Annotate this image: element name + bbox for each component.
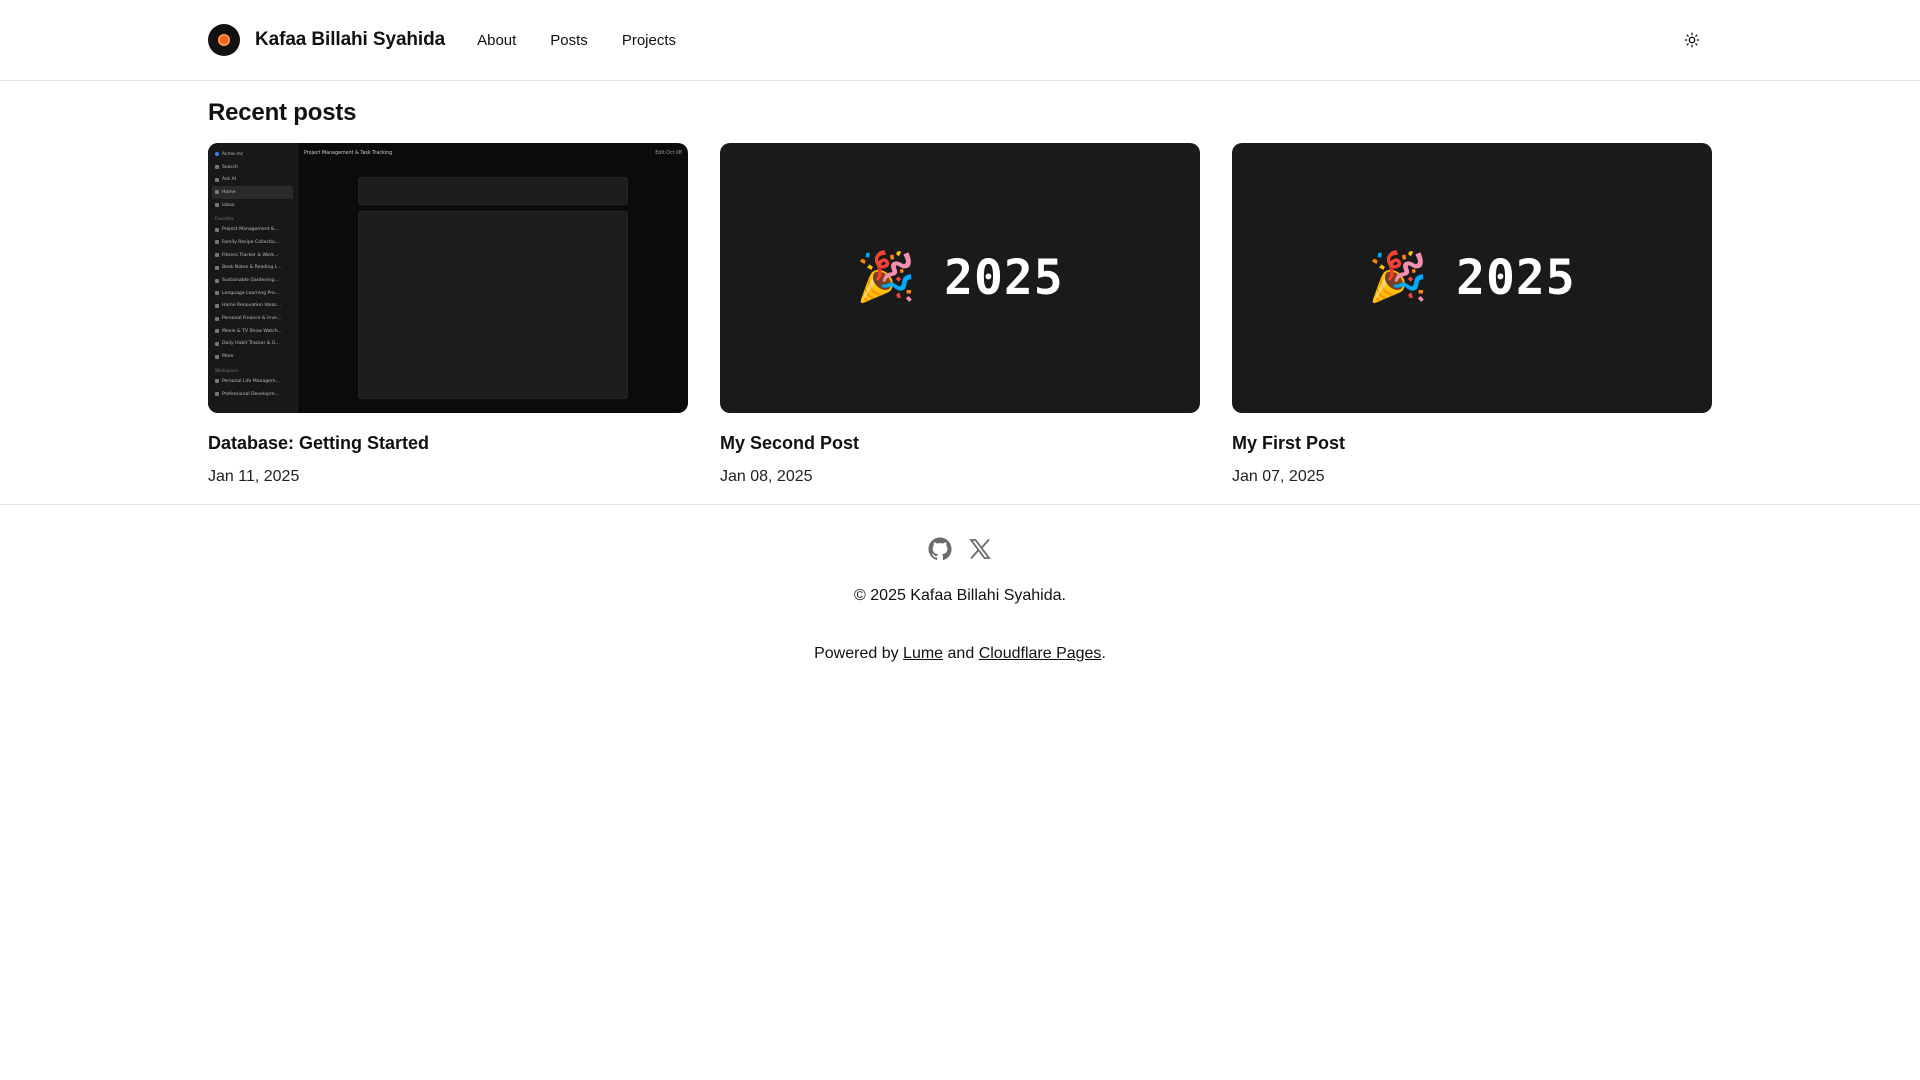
post-thumbnail: Acme Inc Search Ask AI Home Inbox Favori… [208, 143, 688, 413]
post-thumbnail: 🎉 2025 [1232, 143, 1712, 413]
logo-mark-icon [218, 34, 230, 46]
site-logo[interactable] [208, 24, 240, 56]
sidebar-item: Professional Developm... [212, 388, 293, 401]
post-card-second[interactable]: 🎉 2025 My Second Post Jan 08, 2025 [720, 143, 1200, 486]
sun-icon [1684, 32, 1700, 48]
post-thumbnail: 🎉 2025 [720, 143, 1200, 413]
sidebar-item: Personal Life Managem... [212, 375, 293, 388]
app-edit-status: Edit Oct 08 [655, 150, 682, 156]
post-date: Jan 11, 2025 [208, 468, 300, 485]
header-inner: Kafaa Billahi Syahida About Posts Projec… [208, 0, 1712, 80]
sidebar-item: Family Recipe Collectio... [212, 236, 293, 249]
post-date: Jan 07, 2025 [1232, 468, 1325, 485]
sidebar-item: Personal Finance & Inve... [212, 312, 293, 325]
sidebar-item: Movie & TV Show Watch... [212, 325, 293, 338]
sidebar-section: Workspace [215, 368, 238, 373]
thumbnail-year: 2025 [1456, 250, 1576, 306]
github-icon [928, 537, 952, 561]
sidebar-item: Daily Habit Tracker & G... [212, 338, 293, 351]
app-placeholder-header [358, 177, 628, 205]
copyright: © 2025 Kafaa Billahi Syahida. [854, 587, 1066, 604]
sidebar-item: Sustainable Gardening... [212, 274, 293, 287]
post-card-database[interactable]: Acme Inc Search Ask AI Home Inbox Favori… [208, 143, 688, 486]
x-link[interactable] [968, 537, 992, 561]
nav-posts[interactable]: Posts [550, 32, 588, 49]
sidebar-item: Ask AI [212, 173, 293, 186]
post-title: Database: Getting Started [208, 433, 430, 453]
section-title: Recent posts [208, 99, 357, 126]
nav-about[interactable]: About [477, 32, 516, 49]
nav-projects[interactable]: Projects [622, 32, 676, 49]
site-header: Kafaa Billahi Syahida About Posts Projec… [0, 0, 1920, 81]
site-title[interactable]: Kafaa Billahi Syahida [255, 29, 445, 51]
party-popper-icon: 🎉 [1368, 251, 1429, 304]
post-title: My First Post [1232, 433, 1346, 453]
sidebar-item: Book Notes & Reading L... [212, 262, 293, 275]
main-nav: About Posts Projects [477, 32, 710, 49]
sidebar-item: Inbox [212, 199, 293, 212]
lume-link[interactable]: Lume [903, 645, 943, 662]
app-main: Project Management & Task Tracking Edit … [298, 143, 688, 413]
post-date: Jan 08, 2025 [720, 468, 813, 485]
x-icon [969, 539, 991, 559]
sidebar-section: Favorites [215, 216, 234, 222]
app-screenshot: Acme Inc Search Ask AI Home Inbox Favori… [208, 143, 688, 413]
sidebar-item: Home Renovation Ideas... [212, 300, 293, 313]
app-page-title: Project Management & Task Tracking [304, 150, 393, 156]
thumbnail-content: 🎉 2025 [1232, 143, 1712, 413]
thumbnail-year: 2025 [944, 250, 1064, 306]
post-card-first[interactable]: 🎉 2025 My First Post Jan 07, 2025 [1232, 143, 1712, 486]
sidebar-item: Fitness Tracker & Work... [212, 249, 293, 262]
sidebar-item: Search [212, 161, 293, 174]
theme-toggle-button[interactable] [1680, 28, 1704, 52]
app-placeholder-body [358, 211, 628, 399]
thumbnail-content: 🎉 2025 [720, 143, 1200, 413]
social-links [0, 537, 1920, 561]
workspace-switcher: Acme Inc [212, 148, 293, 161]
party-popper-icon: 🎉 [856, 251, 917, 304]
powered-by: Powered by Lume and Cloudflare Pages. [814, 645, 1106, 662]
sidebar-item: Project Management &... [212, 223, 293, 236]
cloudflare-pages-link[interactable]: Cloudflare Pages [979, 645, 1102, 662]
post-grid: Acme Inc Search Ask AI Home Inbox Favori… [208, 143, 1712, 486]
github-link[interactable] [928, 537, 952, 561]
site-footer: © 2025 Kafaa Billahi Syahida. Powered by… [0, 504, 1920, 663]
app-topbar: Project Management & Task Tracking Edit … [298, 143, 688, 163]
main-content: Recent posts Acme Inc Search Ask AI Home… [208, 99, 1712, 486]
sidebar-item: Language Learning Pro... [212, 287, 293, 300]
post-title: My Second Post [720, 433, 860, 453]
sidebar-item: Home [212, 186, 293, 199]
sidebar-item: More [212, 350, 293, 363]
app-sidebar: Acme Inc Search Ask AI Home Inbox Favori… [208, 143, 298, 413]
